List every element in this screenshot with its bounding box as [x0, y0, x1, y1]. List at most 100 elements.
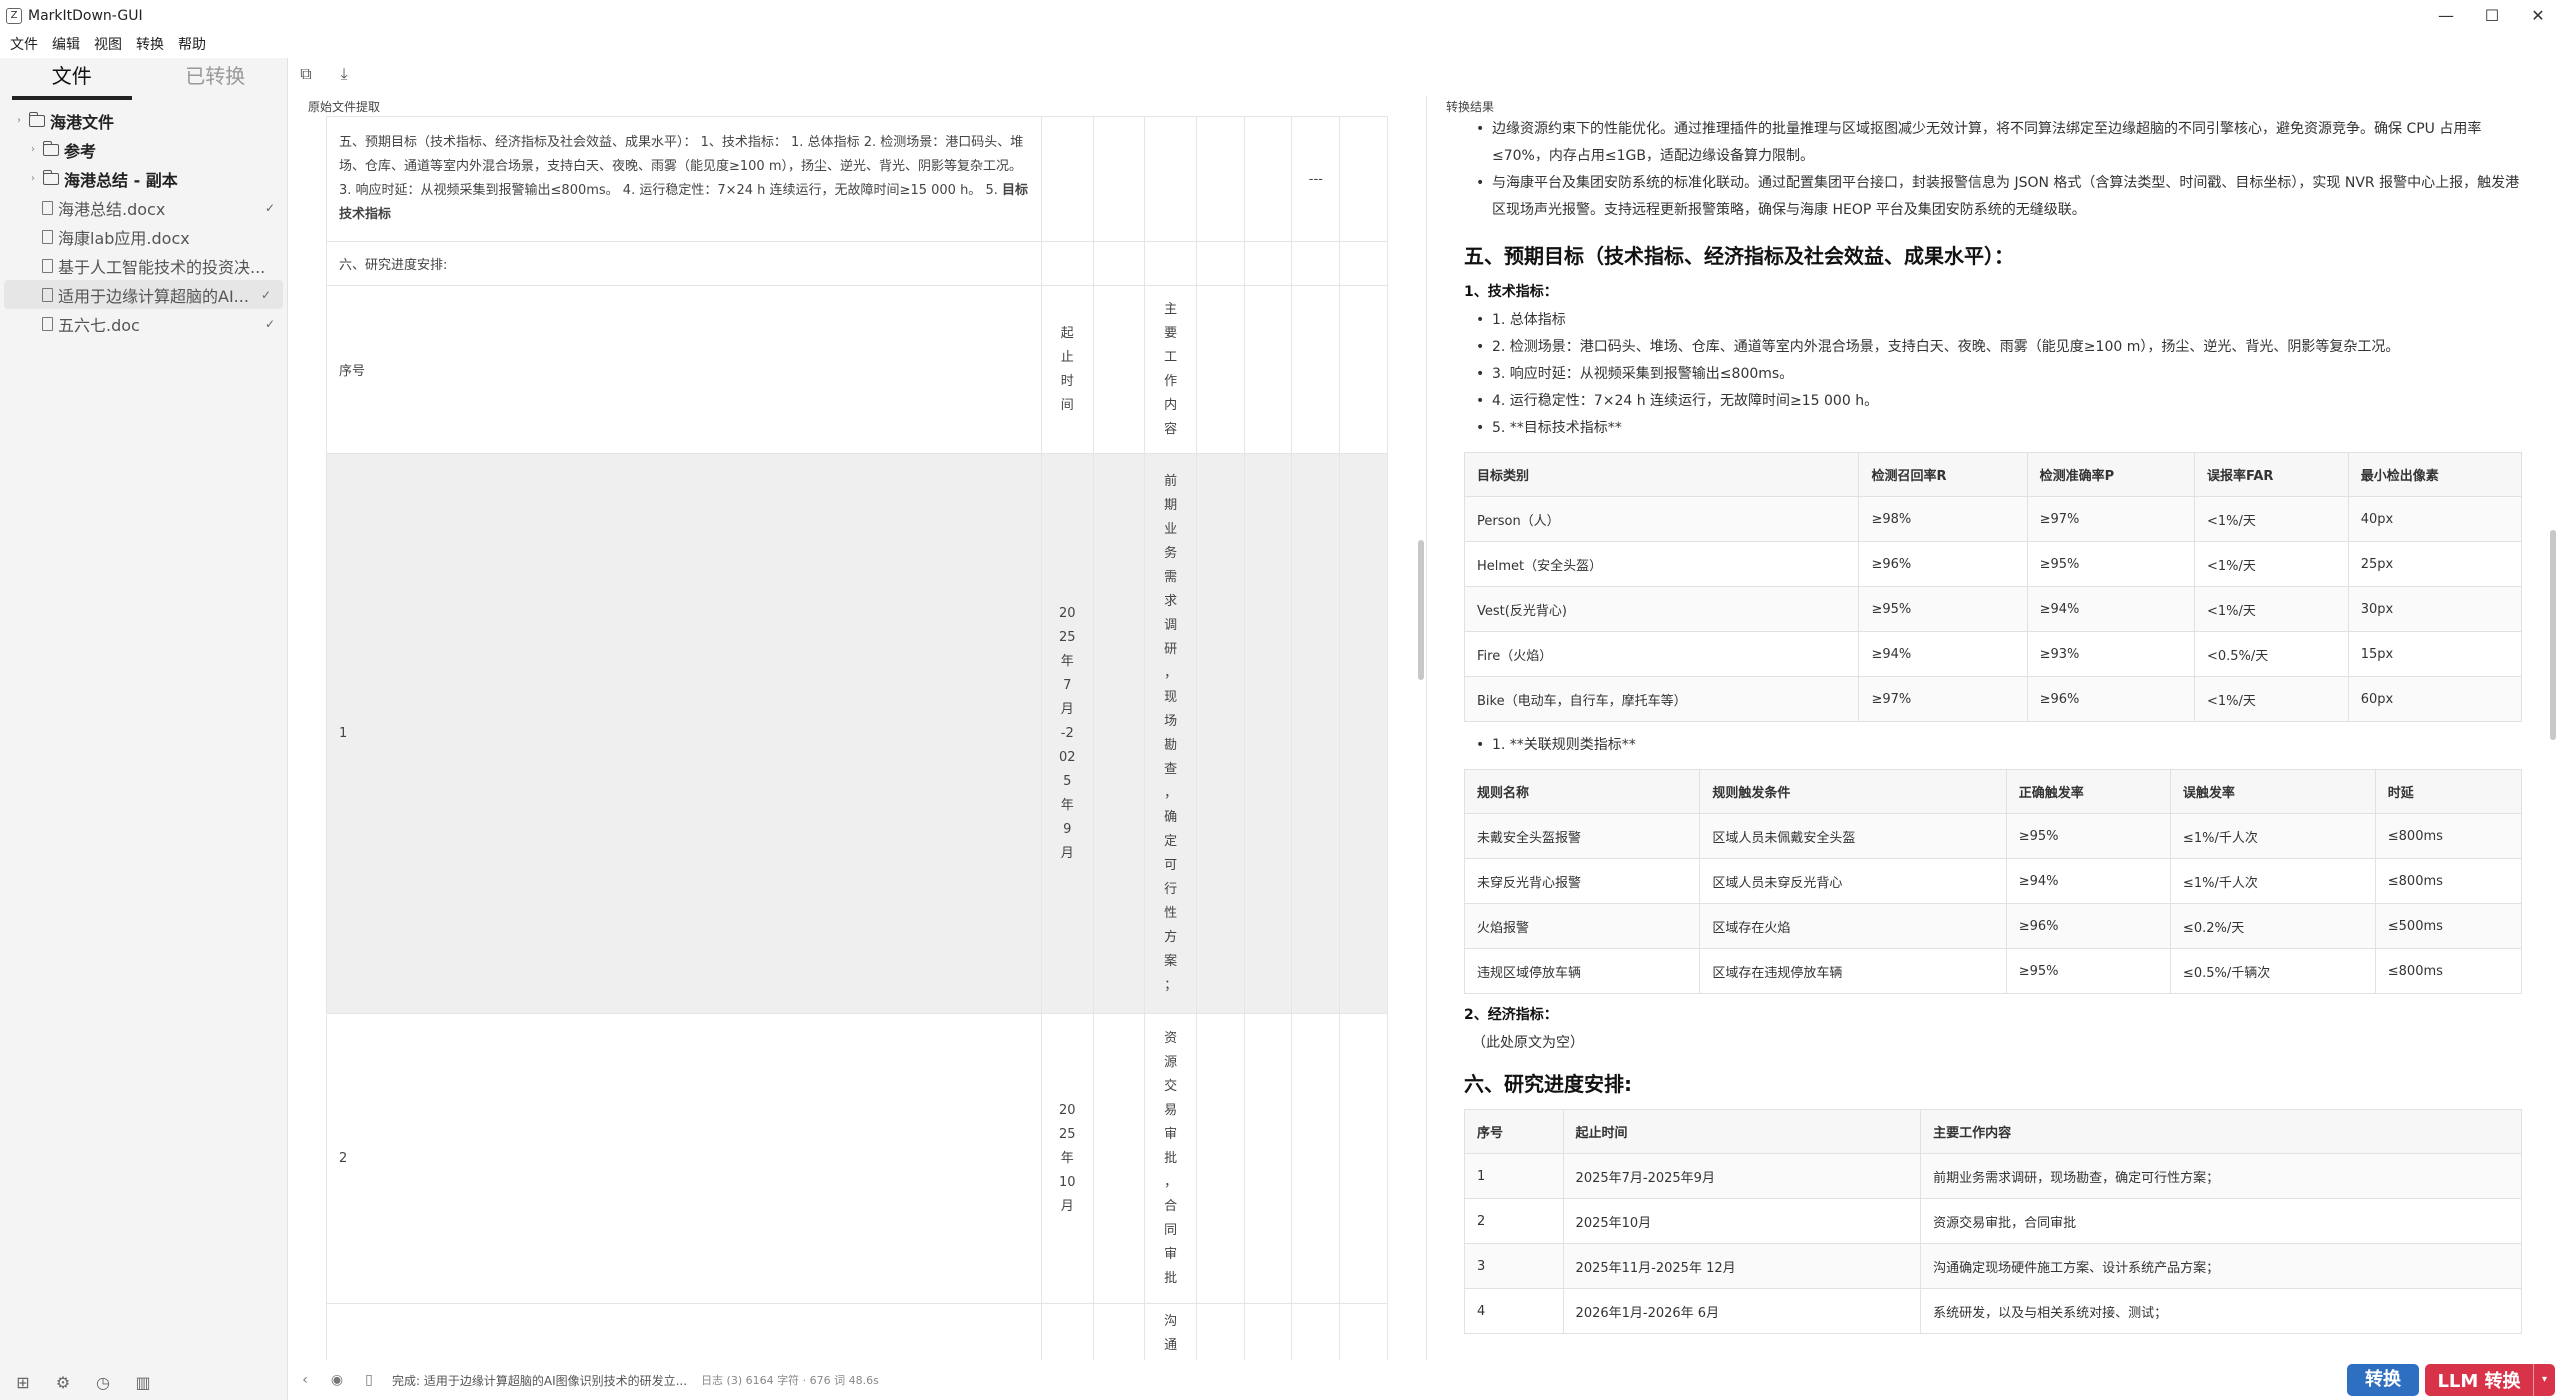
table-header-row: 目标类别 检测召回率R 检测准确率P 误报率FAR 最小检出像素: [1464, 452, 2523, 497]
maximize-icon[interactable]: ☐: [2480, 4, 2504, 28]
menu-convert[interactable]: 转换: [136, 34, 164, 54]
eye-icon[interactable]: ◉: [328, 1372, 346, 1388]
tree-file[interactable]: 五六七.doc ✓: [0, 309, 287, 338]
table-row: Helmet（安全头盔） ≥96% ≥95% <1%/天 25px: [1464, 541, 2523, 587]
menu-help[interactable]: 帮助: [178, 34, 206, 54]
list-item: 5. **目标技术指标**: [1464, 415, 2524, 442]
section-six-heading: 六、研究进度安排:: [1464, 1072, 1632, 1096]
sidebar-tabs: 文件 已转换: [0, 58, 287, 100]
result-panel-label: 转换结果: [1446, 100, 1495, 114]
table-cell: 前期业务需求调研，现场勘查，确定可行性方案；: [1920, 1153, 2522, 1199]
chart-icon[interactable]: ▥: [134, 1374, 152, 1392]
list-item: 边缘资源约束下的性能优化。通过推理插件的批量推理与区域抠图减少无效计算，将不同算…: [1464, 116, 2524, 170]
row1-content-cell: 前期业务需求调研，现场勘查，确定可行性方案；: [1144, 453, 1197, 1014]
table-row: 火焰报警 区域存在火焰 ≥96% ≤0.2%/天 ≤500ms: [1464, 903, 2523, 949]
llm-convert-button[interactable]: LLM 转换 ▾: [2425, 1364, 2555, 1396]
tree-label: 海港文件: [50, 112, 115, 132]
table-cell: ≥95%: [2005, 948, 2171, 994]
tab-files[interactable]: 文件: [0, 58, 144, 100]
tree-file[interactable]: 海康lab应用.docx: [0, 222, 287, 251]
tech-indicator-heading: 1、技术指标：: [1464, 284, 1558, 300]
history-icon[interactable]: ◷: [94, 1374, 112, 1392]
row3-content-cell: 沟通: [1144, 1303, 1197, 1360]
table-row: Person（人） ≥98% ≥97% <1%/天 40px: [1464, 496, 2523, 542]
table-cell: ≤0.2%/天: [2169, 903, 2376, 949]
table-cell: ≥94%: [1858, 631, 2028, 677]
header-time-cell: 起止时间: [1040, 285, 1094, 454]
source-text-panel[interactable]: 五、预期目标（技术指标、经济指标及社会效益、成果水平）： 1、技术指标： 1. …: [326, 116, 1388, 1360]
table-cell: 区域存在火焰: [1699, 903, 2007, 949]
table-cell: ≤800ms: [2374, 813, 2523, 859]
target-metrics-table: 目标类别 检测召回率R 检测准确率P 误报率FAR 最小检出像素 Person（人） ≥98…: [1464, 452, 2523, 722]
table-row: 1 20 25 年 7 月 -2 02 5 年 9 月 前期业务需求调研，现场勘查，确定可行性方案；: [326, 453, 1388, 1014]
table-row: 3 2025年11月-2025年 12月 沟通确定现场硬件施工方案、设计系统产品方案…: [1464, 1243, 2522, 1289]
tree-file[interactable]: 适用于边缘计算超脑的AI... ✓: [4, 280, 283, 309]
list-item: 4. 运行稳定性：7×24 h 连续运行，无故障时间≥15 000 h。: [1464, 388, 2524, 415]
tree-folder[interactable]: › 海港文件: [0, 106, 287, 135]
check-icon: ✓: [264, 316, 275, 331]
table-cell: ≤1%/千人次: [2169, 813, 2376, 859]
menu-file[interactable]: 文件: [10, 34, 38, 54]
econ-indicator-heading: 2、经济指标：: [1464, 1007, 1558, 1023]
tree-folder[interactable]: › 海港总结 - 副本: [0, 164, 287, 193]
close-icon[interactable]: ✕: [2526, 4, 2550, 28]
copy-icon[interactable]: ⧉: [296, 64, 316, 84]
column-header: 检测准确率P: [2026, 452, 2195, 497]
row1-time-cell: 20 25 年 7 月 -2 02 5 年 9 月: [1040, 453, 1094, 1014]
folder-icon: [29, 111, 45, 127]
status-meta: 日志 (3) 6164 字符 · 676 词 48.6s: [701, 1374, 879, 1387]
chevron-left-icon[interactable]: ‹: [296, 1372, 314, 1388]
table-cell: 区域人员未穿反光背心: [1699, 858, 2007, 904]
table-cell: ≥97%: [2026, 496, 2195, 542]
menu-view[interactable]: 视图: [94, 34, 122, 54]
tree-file[interactable]: 基于人工智能技术的投资决...: [0, 251, 287, 280]
minimize-icon[interactable]: —: [2434, 4, 2458, 28]
menu-edit[interactable]: 编辑: [52, 34, 80, 54]
result-panel[interactable]: 边缘资源约束下的性能优化。通过推理插件的批量推理与区域抠图减少无效计算，将不同算…: [1464, 116, 2524, 1360]
tree-folder[interactable]: › 参考: [0, 135, 287, 164]
add-folder-icon[interactable]: ⊞: [14, 1374, 32, 1392]
chevron-right-icon[interactable]: ›: [14, 115, 24, 126]
download-icon[interactable]: ⤓: [334, 64, 354, 84]
table-cell: ≤500ms: [2374, 903, 2523, 949]
table-cell: 4: [1464, 1288, 1564, 1334]
table-row: 未穿反光背心报警 区域人员未穿反光背心 ≥94% ≤1%/千人次 ≤800ms: [1464, 858, 2523, 904]
econ-empty-note: （此处原文为空）: [1472, 1035, 1584, 1051]
table-cell: ≥98%: [1858, 496, 2028, 542]
table-cell: ≤800ms: [2374, 858, 2523, 904]
row1-seq-cell: 1: [326, 453, 1042, 1014]
document-icon: [42, 200, 53, 215]
table-cell: 区域人员未佩戴安全头盔: [1699, 813, 2007, 859]
source-panel-label: 原始文件提取: [308, 100, 381, 114]
column-header: 误报率FAR: [2193, 452, 2349, 497]
table-row: Vest(反光背心) ≥95% ≥94% <1%/天 30px: [1464, 586, 2523, 632]
status-bar: ‹ ◉ ▯ 完成: 适用于边缘计算超脑的AI图像识别技术的研发立... 日志 (…: [296, 1368, 879, 1392]
tree-label: 海港总结.docx: [58, 199, 166, 219]
folder-icon: [43, 169, 59, 185]
split-view-icon[interactable]: ▯: [360, 1372, 378, 1388]
gear-icon[interactable]: ⚙: [54, 1374, 72, 1392]
tree-label: 海港总结 - 副本: [64, 170, 178, 190]
panel-divider[interactable]: [1426, 96, 1427, 1360]
tree-label: 海康lab应用.docx: [58, 228, 190, 248]
table-cell: ≥93%: [2026, 631, 2195, 677]
tree-file[interactable]: 海港总结.docx ✓: [0, 193, 287, 222]
document-icon: [42, 316, 53, 331]
source-scrollbar[interactable]: [1418, 540, 1424, 680]
table-row: 未戴安全头盔报警 区域人员未佩戴安全头盔 ≥95% ≤1%/千人次 ≤800ms: [1464, 813, 2523, 859]
chevron-right-icon[interactable]: ›: [28, 144, 38, 155]
result-scrollbar[interactable]: [2550, 530, 2556, 740]
column-header: 最小检出像素: [2347, 452, 2523, 497]
tab-converted[interactable]: 已转换: [144, 58, 288, 100]
convert-button[interactable]: 转换: [2347, 1364, 2419, 1396]
chevron-down-icon[interactable]: ▾: [2533, 1364, 2555, 1396]
table-cell: 未穿反光背心报警: [1464, 858, 1701, 904]
table-header-row: 规则名称 规则触发条件 正确触发率 误触发率 时延: [1464, 769, 2523, 814]
table-cell: ≥96%: [2026, 676, 2195, 722]
chevron-right-icon[interactable]: ›: [28, 173, 38, 184]
table-cell: Fire（火焰）: [1464, 631, 1860, 677]
tree-label: 五六七.doc: [58, 315, 140, 335]
column-header: 序号: [1464, 1109, 1564, 1154]
list-item: 1. 总体指标: [1464, 307, 2524, 334]
table-row: 五、预期目标（技术指标、经济指标及社会效益、成果水平）： 1、技术指标： 1. …: [326, 116, 1388, 242]
